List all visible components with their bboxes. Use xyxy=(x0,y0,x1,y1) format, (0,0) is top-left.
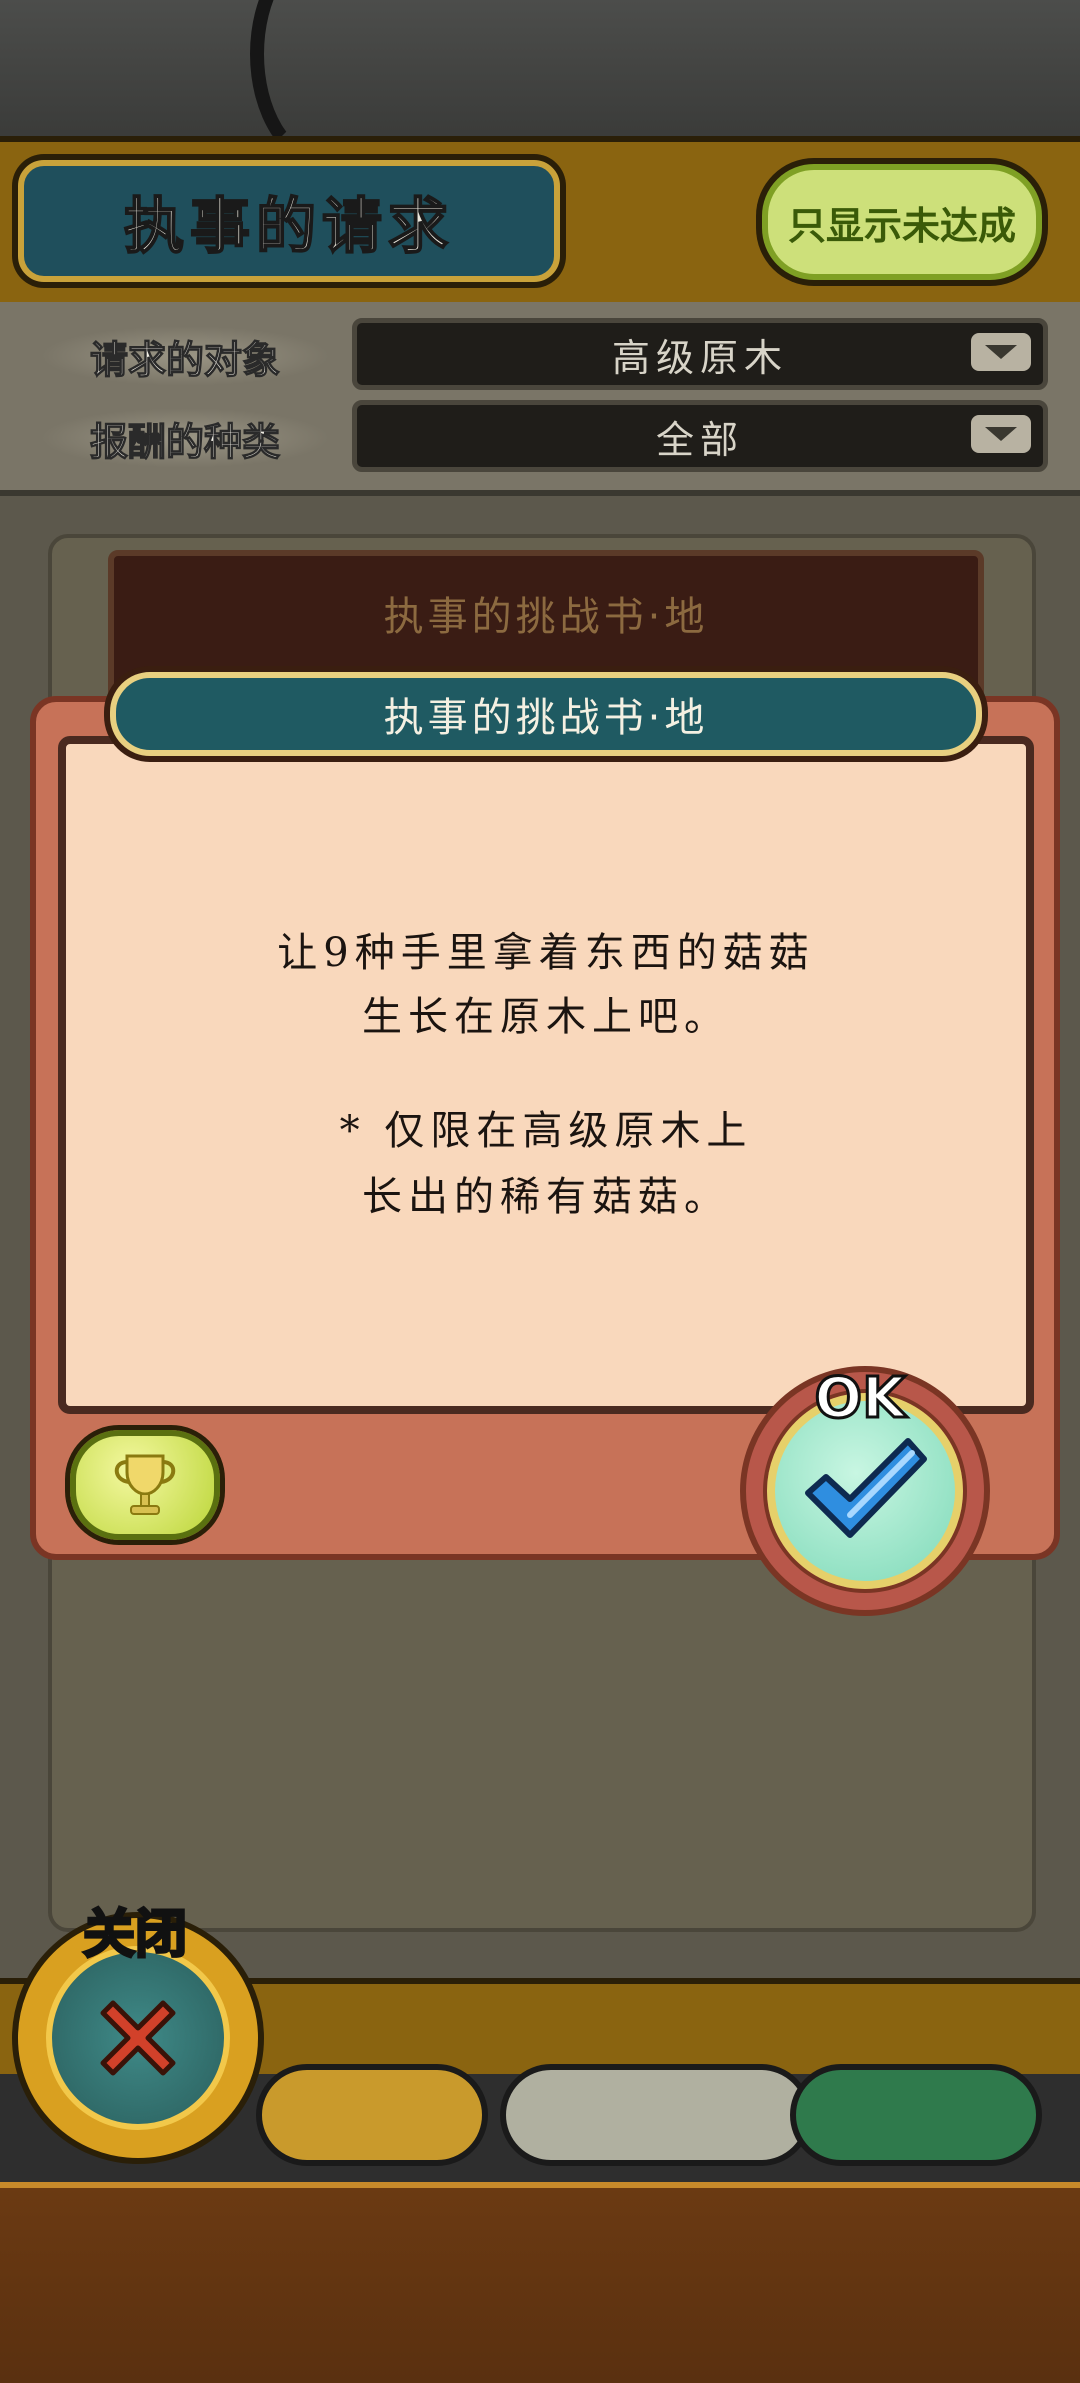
ground xyxy=(0,2182,1080,2383)
show-incomplete-only-button[interactable]: 只显示未达成 xyxy=(762,164,1042,280)
chevron-down-icon xyxy=(971,333,1031,371)
close-button-face xyxy=(46,1946,230,2130)
filter-reward-value: 全部 xyxy=(655,417,744,462)
filter-target-value: 高级原木 xyxy=(611,335,788,380)
close-label: 关闭 xyxy=(81,1904,188,1967)
filter-target-label: 请求的对象 xyxy=(40,326,330,386)
trophy-button[interactable] xyxy=(70,1430,220,1540)
filter-panel: 请求的对象 高级原木 报酬的种类 全部 xyxy=(0,302,1080,496)
popup-title-bar: 执事的挑战书·地 xyxy=(110,672,982,756)
page-title-plate: 执事的请求 xyxy=(18,160,560,282)
page-title: 执事的请求 xyxy=(123,191,454,263)
popup-body xyxy=(58,736,1034,1414)
list-item-title: 执事的挑战书·地 xyxy=(383,594,709,640)
filter-reward-label: 报酬的种类 xyxy=(40,408,330,468)
top-background xyxy=(0,0,1080,168)
dock-button[interactable] xyxy=(500,2064,812,2166)
filter-reward-select[interactable]: 全部 xyxy=(352,400,1048,472)
popup-note-line: 长出的稀有菇菇。 xyxy=(362,1174,730,1220)
popup-message-line: 生长在原木上吧。 xyxy=(362,994,730,1040)
trophy-icon xyxy=(114,1454,176,1515)
popup-message-line: 让9种手里拿着东西的菇菇 xyxy=(277,930,815,976)
show-incomplete-only-label: 只显示未达成 xyxy=(787,203,1016,248)
dock-button[interactable] xyxy=(790,2064,1042,2166)
filter-target-select[interactable]: 高级原木 xyxy=(352,318,1048,390)
ok-label: OK xyxy=(813,1365,907,1433)
popup-title: 执事的挑战书·地 xyxy=(383,695,709,741)
check-icon xyxy=(805,1438,927,1538)
dock-button[interactable] xyxy=(256,2064,488,2166)
close-x-icon xyxy=(100,2000,176,2076)
chevron-down-icon xyxy=(971,415,1031,453)
popup-note-line: * 仅限在高级原木上 xyxy=(339,1108,753,1154)
